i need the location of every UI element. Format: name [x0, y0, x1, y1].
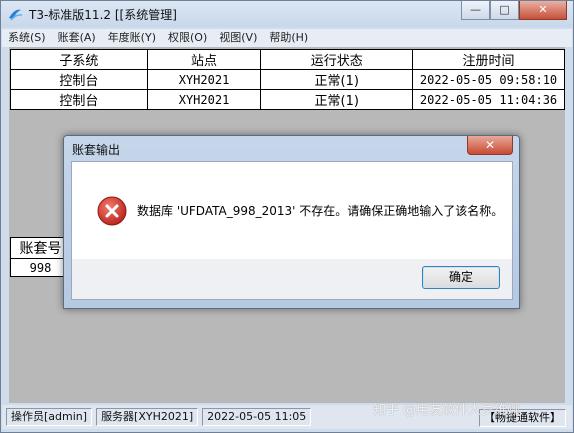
column-header[interactable]: 运行状态 — [260, 49, 414, 70]
window-controls: — □ ✕ — [461, 1, 567, 21]
column-header[interactable]: 注册时间 — [412, 49, 565, 70]
table-header-row: 子系统 站点 运行状态 注册时间 — [10, 49, 565, 70]
menu-system[interactable]: 系统(S) — [2, 29, 52, 47]
table-row[interactable]: 控制台 XYH2021 正常(1) 2022-05-05 11:04:36 — [10, 89, 565, 110]
table-cell: 2022-05-05 09:58:10 — [412, 69, 565, 90]
table-cell: 2022-05-05 11:04:36 — [412, 89, 565, 110]
menu-bar: 系统(S) 账套(A) 年度账(Y) 权限(O) 视图(V) 帮助(H) — [2, 29, 572, 47]
table-row[interactable]: 998 — [10, 258, 71, 277]
sessions-table: 子系统 站点 运行状态 注册时间 控制台 XYH2021 正常(1) 2022-… — [10, 49, 565, 110]
app-logo-icon — [9, 9, 23, 21]
error-dialog: 账套输出 ✕ 数据库 'UFDATA_998_2013' 不存在。请确保正确地输… — [63, 135, 520, 309]
status-operator: 操作员[admin] — [6, 408, 93, 426]
table-cell: 正常(1) — [260, 89, 414, 110]
column-header[interactable]: 子系统 — [10, 49, 148, 70]
menu-account[interactable]: 账套(A) — [52, 29, 102, 47]
table-cell: 控制台 — [10, 69, 148, 90]
title-bar[interactable]: T3-标准版11.2 [[系统管理] — □ ✕ — [1, 1, 573, 27]
column-header[interactable]: 账套号 — [10, 237, 71, 259]
dialog-body: 数据库 'UFDATA_998_2013' 不存在。请确保正确地输入了该名称。 — [71, 161, 513, 260]
column-header[interactable]: 站点 — [146, 49, 262, 70]
minimize-button[interactable]: — — [461, 1, 490, 20]
error-icon — [97, 196, 127, 226]
close-button[interactable]: ✕ — [519, 1, 567, 20]
dialog-title: 账套输出 — [72, 143, 121, 157]
menu-view[interactable]: 视图(V) — [213, 29, 263, 47]
dialog-close-button[interactable]: ✕ — [467, 136, 513, 155]
table-cell: XYH2021 — [146, 69, 262, 90]
table-header-row: 账套号 — [10, 237, 71, 259]
table-cell: 998 — [10, 258, 71, 277]
watermark: 知乎 @用友软件大罗维娜 — [373, 403, 521, 418]
table-row[interactable]: 控制台 XYH2021 正常(1) 2022-05-05 09:58:10 — [10, 69, 565, 90]
table-cell: 正常(1) — [260, 69, 414, 90]
status-datetime: 2022-05-05 11:05 — [202, 408, 312, 426]
menu-year-account[interactable]: 年度账(Y) — [102, 29, 162, 47]
status-server: 服务器[XYH2021] — [96, 408, 199, 426]
ok-button[interactable]: 确定 — [422, 266, 500, 289]
maximize-button[interactable]: □ — [490, 1, 519, 20]
menu-permission[interactable]: 权限(O) — [162, 29, 213, 47]
accounts-table: 账套号 998 — [10, 237, 71, 277]
table-cell: XYH2021 — [146, 89, 262, 110]
dialog-footer: 确定 — [71, 259, 513, 300]
window-title: T3-标准版11.2 [[系统管理] — [29, 8, 177, 22]
menu-help[interactable]: 帮助(H) — [263, 29, 314, 47]
table-cell: 控制台 — [10, 89, 148, 110]
dialog-message: 数据库 'UFDATA_998_2013' 不存在。请确保正确地输入了该名称。 — [137, 204, 504, 218]
